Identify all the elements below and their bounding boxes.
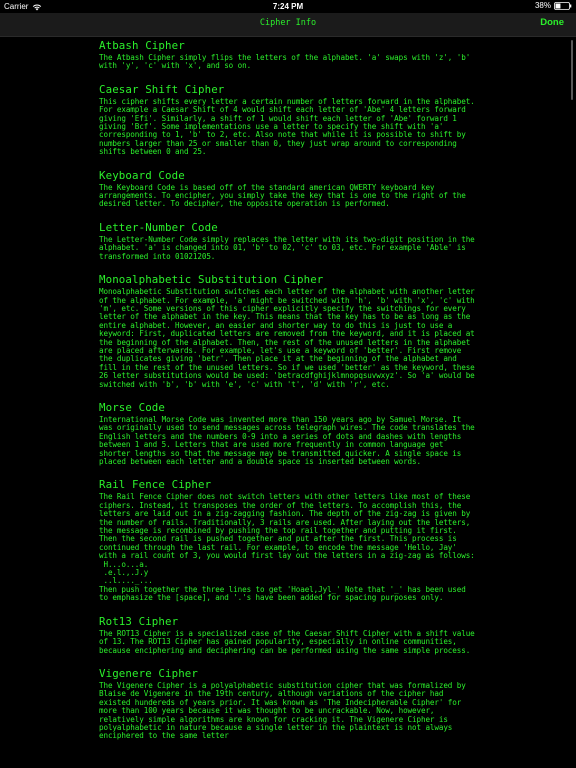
section-body: The ROT13 Cipher is a specialized case o…: [99, 628, 479, 655]
section-body: International Morse Code was invented mo…: [99, 414, 479, 466]
nav-title: Cipher Info: [259, 18, 317, 28]
section-title: Atbash Cipher: [99, 39, 185, 52]
section-body: The Vigenere Cipher is a polyalphabetic …: [99, 680, 471, 741]
section-body: The Keyboard Code is based off of the st…: [99, 182, 471, 209]
section-monoalphabetic: Monoalphabetic Substitution Cipher Monoa…: [99, 274, 479, 389]
cipher-info-scroll-view[interactable]: Atbash Cipher The Atbash Cipher simply f…: [99, 37, 479, 768]
done-button[interactable]: Done: [540, 17, 564, 28]
battery-percent: 38%: [534, 1, 551, 10]
section-title: Rail Fence Cipher: [99, 478, 212, 492]
section-atbash: Atbash Cipher The Atbash Cipher simply f…: [99, 40, 479, 71]
section-title: Caesar Shift Cipher: [99, 82, 225, 96]
section-body: This cipher shifts every letter a certai…: [99, 96, 479, 157]
section-body: The Letter-Number Code simply replaces t…: [99, 234, 479, 261]
section-title: Keyboard Code: [99, 168, 185, 182]
battery-fill: [555, 3, 561, 8]
section-morse-code: Morse Code International Morse Code was …: [99, 400, 479, 466]
section-vigenere: Vigenere Cipher The Vigenere Cipher is a…: [99, 666, 479, 741]
section-letter-number: Letter-Number Code The Letter-Number Cod…: [99, 220, 479, 261]
scrollbar[interactable]: [571, 40, 573, 100]
section-body: Monoalphabetic Substitution switches eac…: [99, 287, 479, 389]
section-title: Monoalphabetic Substitution Cipher: [99, 273, 324, 287]
section-keyboard-code: Keyboard Code The Keyboard Code is based…: [99, 168, 479, 209]
section-caesar-shift: Caesar Shift Cipher This cipher shifts e…: [99, 82, 479, 157]
section-title: Morse Code: [99, 400, 166, 414]
navigation-bar: Cipher Info Done: [0, 13, 576, 37]
status-right: 38%: [535, 1, 572, 10]
status-bar: Carrier 7:24 PM 38%: [0, 0, 576, 13]
status-time: 7:24 PM: [272, 2, 304, 11]
section-rail-fence: Rail Fence Cipher The Rail Fence Cipher …: [99, 479, 479, 602]
section-title: Rot13 Cipher: [99, 614, 179, 628]
battery-icon: [554, 1, 572, 10]
section-title: Letter-Number Code: [99, 220, 218, 234]
section-rot13: Rot13 Cipher The ROT13 Cipher is a speci…: [99, 614, 479, 655]
section-title: Vigenere Cipher: [99, 666, 199, 680]
section-body: The Rail Fence Cipher does not switch le…: [99, 492, 475, 603]
section-body: The Atbash Cipher simply flips the lette…: [99, 53, 475, 71]
